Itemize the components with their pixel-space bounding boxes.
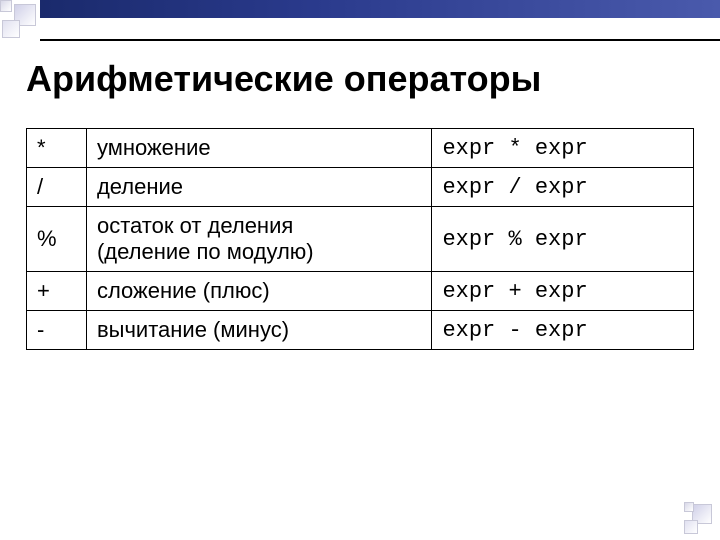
table-row: * умножение expr * expr <box>27 129 694 168</box>
operator-description-cell: вычитание (минус) <box>86 311 431 350</box>
operator-symbol-cell: % <box>27 207 87 272</box>
corner-squares-top-left <box>0 0 40 42</box>
table-row: + сложение (плюс) expr + expr <box>27 272 694 311</box>
table-row: % остаток от деления (деление по модулю)… <box>27 207 694 272</box>
operators-table: * умножение expr * expr / деление expr /… <box>26 128 694 350</box>
decorative-square-icon <box>2 20 20 38</box>
operator-syntax-cell: expr % expr <box>432 207 694 272</box>
operator-symbol-cell: - <box>27 311 87 350</box>
operator-symbol-cell: + <box>27 272 87 311</box>
operator-syntax-cell: expr + expr <box>432 272 694 311</box>
description-line: остаток от деления <box>97 213 421 239</box>
slide-title: Арифметические операторы <box>26 58 541 100</box>
operator-description-cell: сложение (плюс) <box>86 272 431 311</box>
operator-description-cell: остаток от деления (деление по модулю) <box>86 207 431 272</box>
header-gradient-bar <box>40 0 720 18</box>
decorative-square-icon <box>684 502 694 512</box>
operator-description-cell: деление <box>86 168 431 207</box>
operator-syntax-cell: expr - expr <box>432 311 694 350</box>
table-row: - вычитание (минус) expr - expr <box>27 311 694 350</box>
description-line: (деление по модулю) <box>97 239 421 265</box>
decorative-square-icon <box>684 520 698 534</box>
operator-description-cell: умножение <box>86 129 431 168</box>
table-row: / деление expr / expr <box>27 168 694 207</box>
header-underline <box>40 39 720 41</box>
decorative-square-icon <box>0 0 12 12</box>
operator-symbol-cell: / <box>27 168 87 207</box>
operator-syntax-cell: expr / expr <box>432 168 694 207</box>
operator-syntax-cell: expr * expr <box>432 129 694 168</box>
operator-symbol-cell: * <box>27 129 87 168</box>
slide-header-decoration <box>0 0 720 42</box>
